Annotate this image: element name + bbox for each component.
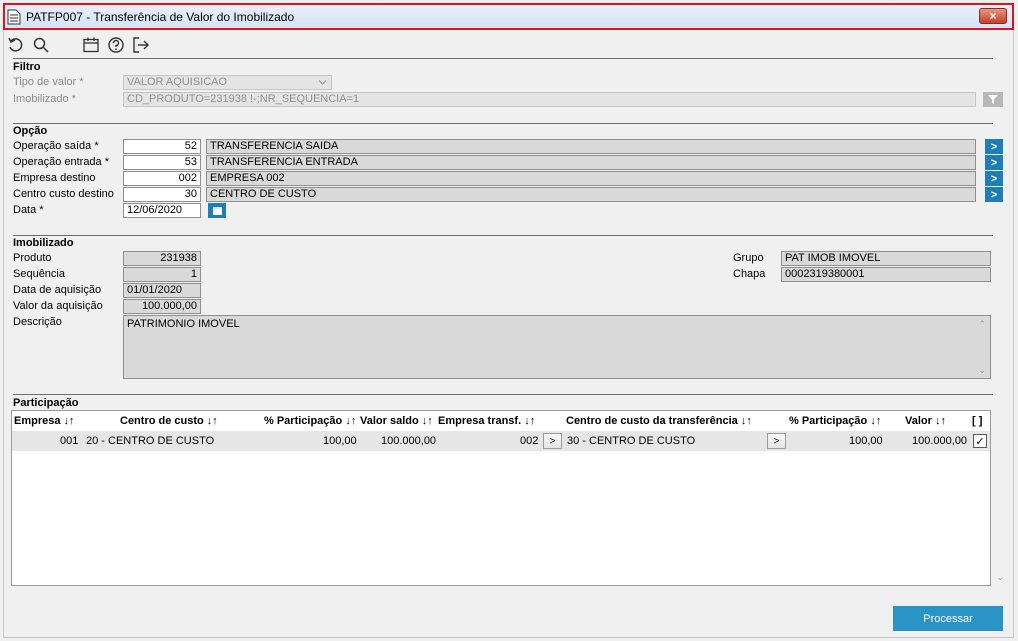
help-icon[interactable] <box>106 35 126 55</box>
cell-empresa-transf[interactable]: 002 <box>520 435 538 447</box>
filter-icon <box>988 95 998 104</box>
grupo-label: Grupo <box>733 252 764 264</box>
data-aquisicao-value: 01/01/2020 <box>123 283 201 298</box>
participacao-table: Empresa ↓↑ Centro de custo ↓↑ % Particip… <box>11 410 1004 586</box>
filter-button[interactable] <box>983 92 1003 107</box>
produto-value: 231938 <box>123 251 201 266</box>
data-label: Data * <box>13 204 44 216</box>
section-participacao-title: Participação <box>13 397 79 409</box>
cell-participacao: 100,00 <box>323 435 357 447</box>
calendar-icon[interactable] <box>81 35 101 55</box>
centro-custo-destino-code[interactable]: 30 <box>123 187 201 202</box>
col-header-centro-custo-transf[interactable]: Centro de custo da transferência ↓↑ <box>566 415 752 427</box>
data-aquisicao-label: Data de aquisição <box>13 284 102 296</box>
col-header-valor[interactable]: Valor ↓↑ <box>905 415 946 427</box>
separator <box>13 235 993 236</box>
tipo-valor-label: Tipo de valor * <box>13 76 84 88</box>
col-header-participacao-2[interactable]: % Participação ↓↑ <box>789 415 881 427</box>
tipo-valor-select[interactable]: VALOR AQUISICAO <box>123 75 332 90</box>
operacao-entrada-desc: TRANSFERENCIA ENTRADA <box>206 155 976 170</box>
cell-participacao-2[interactable]: 100,00 <box>849 435 883 447</box>
section-opcao-title: Opção <box>13 125 48 137</box>
cell-valor-saldo: 100.000,00 <box>381 435 437 447</box>
grupo-value: PAT IMOB IMOVEL <box>781 251 991 266</box>
imobilizado-label: Imobilizado * <box>13 93 76 105</box>
scroll-down-icon[interactable]: ⌄ <box>996 572 1004 583</box>
cell-centro-custo: 20 - CENTRO DE CUSTO <box>86 435 215 447</box>
separator <box>13 123 993 124</box>
chevron-right-icon: > <box>990 156 998 169</box>
col-header-empresa[interactable]: Empresa ↓↑ <box>14 415 75 427</box>
chapa-label: Chapa <box>733 268 766 280</box>
empresa-destino-label: Empresa destino <box>13 172 96 184</box>
scroll-up-icon[interactable]: ⌃ <box>978 319 986 330</box>
chevron-right-icon: > <box>990 140 998 153</box>
chapa-value: 0002319380001 <box>781 267 991 282</box>
valor-aquisicao-value: 100.000,00 <box>123 299 201 314</box>
separator <box>13 58 993 59</box>
window-title: PATFP007 - Transferência de Valor do Imo… <box>26 9 295 24</box>
col-header-participacao[interactable]: % Participação ↓↑ <box>264 415 356 427</box>
close-button[interactable]: × <box>979 8 1007 24</box>
valor-aquisicao-label: Valor da aquisição <box>13 300 103 312</box>
table-row[interactable]: 001 20 - CENTRO DE CUSTO 100,00 100.000,… <box>12 431 990 451</box>
operacao-saida-code[interactable]: 52 <box>123 139 201 154</box>
col-header-centro-custo[interactable]: Centro de custo ↓↑ <box>120 415 218 427</box>
main-window: Filtro Tipo de valor * VALOR AQUISICAO I… <box>3 30 1014 638</box>
chevron-right-icon: > <box>990 172 998 185</box>
empresa-destino-code[interactable]: 002 <box>123 171 201 186</box>
section-filtro-title: Filtro <box>13 61 41 73</box>
chevron-right-icon: > <box>990 188 998 201</box>
imobilizado-field[interactable]: CD_PRODUTO=231938 !-;NR_SEQUENCIA=1 <box>123 92 976 107</box>
descricao-label: Descrição <box>13 316 62 328</box>
tipo-valor-value: VALOR AQUISICAO <box>127 76 228 88</box>
row-checkbox[interactable]: ✓ <box>973 434 987 448</box>
cell-centro-custo-transf[interactable]: 30 - CENTRO DE CUSTO <box>567 435 695 447</box>
operacao-entrada-label: Operação entrada * <box>13 156 110 168</box>
centro-custo-destino-label: Centro custo destino <box>13 188 114 200</box>
table-header: Empresa ↓↑ Centro de custo ↓↑ % Particip… <box>12 411 990 431</box>
scroll-down-icon[interactable]: ⌄ <box>978 365 986 376</box>
date-picker-button[interactable] <box>208 203 226 218</box>
cell-valor[interactable]: 100.000,00 <box>912 435 967 447</box>
processar-button[interactable]: Processar <box>893 606 1003 631</box>
produto-label: Produto <box>13 252 52 264</box>
operacao-saida-desc: TRANSFERENCIA SAIDA <box>206 139 976 154</box>
calendar-icon <box>212 207 222 215</box>
chevron-down-icon <box>318 80 327 85</box>
sequencia-label: Sequência <box>13 268 65 280</box>
col-header-empresa-transf[interactable]: Empresa transf. ↓↑ <box>438 415 535 427</box>
empresa-transf-lookup-button[interactable]: > <box>543 433 562 449</box>
operacao-entrada-code[interactable]: 53 <box>123 155 201 170</box>
sequencia-value: 1 <box>123 267 201 282</box>
operacao-entrada-lookup-button[interactable]: > <box>985 155 1003 170</box>
separator <box>13 394 993 395</box>
col-header-select-all[interactable]: [ ] <box>972 415 982 427</box>
col-header-valor-saldo[interactable]: Valor saldo ↓↑ <box>360 415 433 427</box>
window-titlebar: PATFP007 - Transferência de Valor do Imo… <box>3 3 1014 30</box>
data-field[interactable]: 12/06/2020 <box>123 203 201 218</box>
undo-icon[interactable] <box>6 35 26 55</box>
operacao-saida-label: Operação saída * <box>13 140 99 152</box>
close-icon: × <box>989 9 997 23</box>
document-icon <box>7 9 21 24</box>
descricao-value: PATRIMONIO IMOVEL <box>127 318 240 330</box>
empresa-destino-lookup-button[interactable]: > <box>985 171 1003 186</box>
empresa-destino-desc: EMPRESA 002 <box>206 171 976 186</box>
section-imobilizado-title: Imobilizado <box>13 237 74 249</box>
exit-icon[interactable] <box>131 35 151 55</box>
centro-custo-destino-desc: CENTRO DE CUSTO <box>206 187 976 202</box>
cell-empresa: 001 <box>60 435 79 447</box>
descricao-textarea[interactable]: PATRIMONIO IMOVEL ⌃ ⌄ <box>123 315 991 379</box>
search-icon[interactable] <box>31 35 51 55</box>
centro-custo-transf-lookup-button[interactable]: > <box>767 433 786 449</box>
operacao-saida-lookup-button[interactable]: > <box>985 139 1003 154</box>
centro-custo-destino-lookup-button[interactable]: > <box>985 187 1003 202</box>
